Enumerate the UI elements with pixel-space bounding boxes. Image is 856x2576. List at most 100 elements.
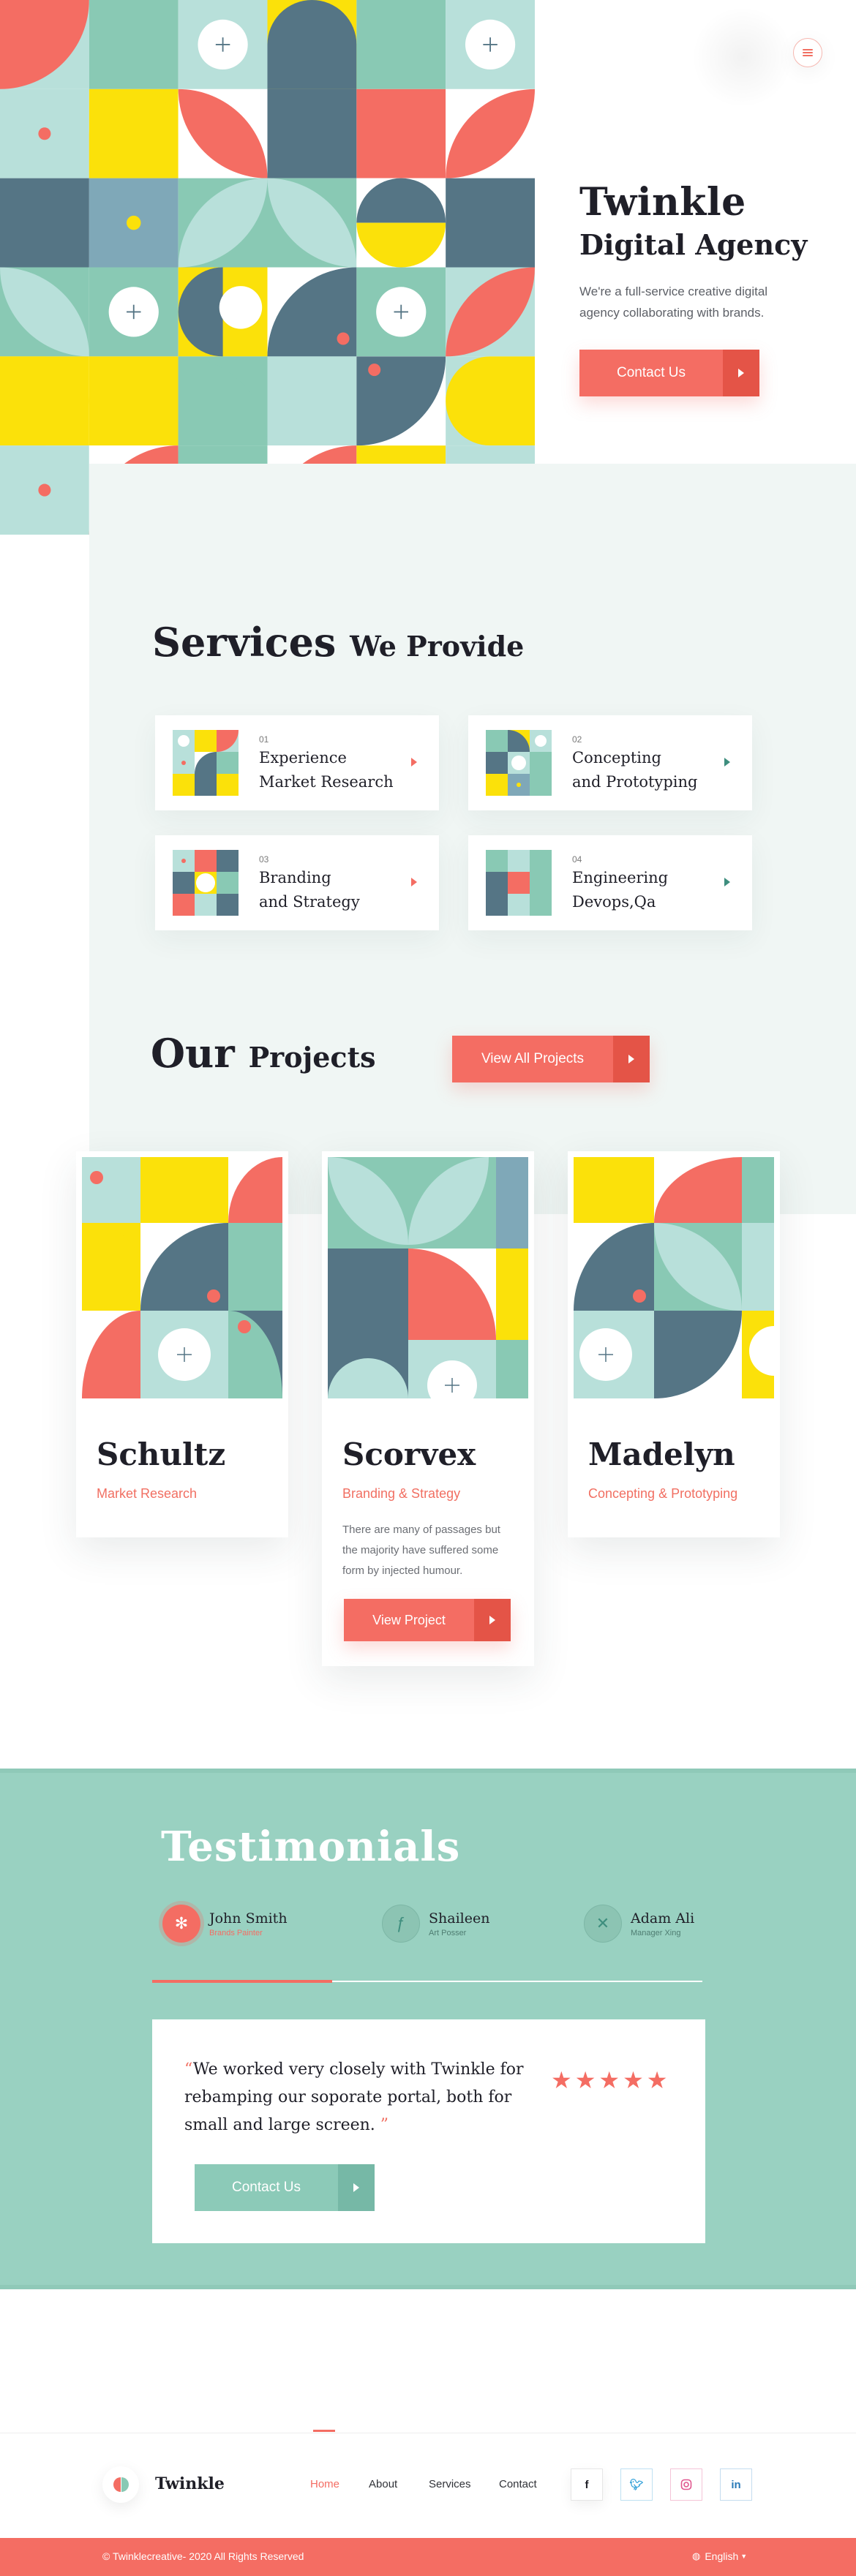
hero-description: We're a full-service creative digital ag…	[579, 285, 768, 320]
testimonial-person-shaileen[interactable]: ƒ Shaileen Art Posser	[382, 1905, 489, 1943]
twitter-icon[interactable]: 🐦︎	[620, 2468, 653, 2501]
yelp-icon: ✻	[162, 1905, 200, 1943]
service-card-branding[interactable]: 03 Branding and Strategy	[155, 835, 439, 930]
rating-stars: ★ ★ ★ ★ ★	[551, 2068, 670, 2092]
project-thumbnail	[328, 1157, 528, 1398]
service-thumbnail	[173, 730, 239, 796]
service-number: 03	[259, 854, 269, 865]
service-title-line2: Market Research	[259, 773, 394, 791]
twinkle-logo-icon	[113, 2477, 129, 2492]
arrow-right-icon	[613, 1036, 650, 1082]
globe-icon: ◍	[692, 2550, 701, 2561]
instagram-icon[interactable]	[670, 2468, 702, 2501]
services-heading-light: We Provide	[350, 630, 525, 663]
footer-brand-name: Twinkle	[155, 2474, 225, 2493]
arrow-right-icon	[723, 350, 759, 396]
testimonial-contact-button[interactable]: Contact Us	[195, 2164, 375, 2211]
project-name: Scorvex	[342, 1436, 476, 1472]
projects-heading: Our Projects	[151, 1030, 376, 1077]
projects-heading-light: Projects	[248, 1041, 376, 1074]
testimonials-section: Testimonials ✻ John Smith Brands Painter…	[0, 1769, 856, 2289]
testimonial-quote-card: “We worked very closely with Twinkle for…	[152, 2019, 705, 2243]
person-role: Manager Xing	[631, 1928, 681, 1937]
view-project-label: View Project	[372, 1612, 446, 1627]
nav-about[interactable]: About	[369, 2478, 397, 2490]
brand-logo[interactable]	[102, 2466, 139, 2503]
instagram-glyph	[680, 2479, 692, 2490]
service-thumbnail	[486, 850, 552, 916]
service-title: Engineering Devops,Qa	[572, 866, 668, 914]
nav-home[interactable]: Home	[310, 2478, 339, 2490]
testimonial-progress-indicator	[152, 1980, 332, 1983]
quote-open-mark: “	[184, 2060, 193, 2079]
testimonial-contact-label: Contact Us	[232, 2180, 301, 2195]
project-card-madelyn[interactable]: Madelyn Concepting & Prototyping	[568, 1151, 780, 1537]
menu-button[interactable]	[793, 38, 822, 67]
hero-pattern-illustration	[0, 0, 535, 535]
hamburger-icon	[803, 48, 813, 58]
nav-contact[interactable]: Contact	[499, 2478, 537, 2490]
language-selector[interactable]: ◍ English ▼	[692, 2550, 747, 2562]
project-thumbnail	[574, 1157, 774, 1398]
testimonial-person-adam[interactable]: ✕ Adam Ali Manager Xing	[584, 1905, 694, 1943]
services-heading-strong: Services	[152, 619, 337, 666]
menu-button-glow	[691, 6, 794, 108]
star-icon: ★	[574, 2067, 596, 2093]
view-all-projects-label: View All Projects	[481, 1051, 585, 1066]
service-card-market-research[interactable]: 01 Experience Market Research	[155, 715, 439, 810]
chevron-right-icon	[411, 878, 417, 886]
person-role: Art Posser	[429, 1928, 467, 1937]
service-title: Experience Market Research	[259, 746, 394, 794]
hero-contact-label: Contact Us	[617, 365, 686, 380]
service-thumbnail	[173, 850, 239, 916]
service-title-line2: and Strategy	[259, 893, 360, 911]
linkedin-icon[interactable]: in	[720, 2468, 752, 2501]
arrow-right-icon	[474, 1599, 511, 1641]
project-thumbnail	[82, 1157, 282, 1398]
star-icon: ★	[551, 2067, 572, 2093]
chevron-right-icon	[724, 758, 730, 767]
view-project-button[interactable]: View Project	[344, 1599, 511, 1641]
foursquare-icon: ƒ	[382, 1905, 420, 1943]
quote-text: We worked very closely with Twinkle for …	[184, 2060, 524, 2134]
chevron-right-icon	[724, 878, 730, 886]
copyright-text: © Twinklecreative- 2020 All Rights Reser…	[102, 2550, 304, 2562]
projects-heading-strong: Our	[151, 1030, 235, 1077]
project-category: Branding & Strategy	[342, 1486, 461, 1501]
testimonial-person-john[interactable]: ✻ John Smith Brands Painter	[162, 1905, 288, 1943]
view-all-projects-button[interactable]: View All Projects	[452, 1036, 650, 1082]
hero-subtitle: Digital Agency	[579, 228, 808, 261]
service-title-line1: Branding	[259, 869, 331, 886]
service-card-engineering[interactable]: 04 Engineering Devops,Qa	[468, 835, 752, 930]
service-title: Concepting and Prototyping	[572, 746, 698, 794]
star-icon: ★	[646, 2067, 668, 2093]
project-description: There are many of passages but the major…	[342, 1524, 500, 1577]
star-icon: ★	[598, 2067, 620, 2093]
chevron-right-icon	[411, 758, 417, 767]
project-card-scorvex[interactable]: Scorvex Branding & Strategy There are ma…	[322, 1151, 534, 1666]
xing-icon: ✕	[584, 1905, 622, 1943]
person-role: Brands Painter	[209, 1928, 263, 1937]
testimonials-heading: Testimonials	[161, 1823, 461, 1871]
facebook-icon[interactable]: f	[571, 2468, 603, 2501]
star-icon: ★	[623, 2067, 644, 2093]
arrow-right-icon	[338, 2164, 375, 2211]
person-name: Adam Ali	[631, 1910, 695, 1927]
service-title-line1: Concepting	[572, 749, 661, 767]
person-name: John Smith	[209, 1910, 288, 1927]
project-category: Market Research	[97, 1486, 198, 1501]
hero-title: Twinkle	[579, 180, 746, 225]
language-label: English	[705, 2550, 739, 2562]
service-thumbnail	[486, 730, 552, 796]
footer-accent-mark	[313, 2430, 335, 2432]
quote-close-mark: ”	[380, 2116, 389, 2134]
service-title-line2: Devops,Qa	[572, 893, 656, 911]
nav-services[interactable]: Services	[429, 2478, 471, 2490]
service-number: 01	[259, 734, 269, 745]
project-card-schultz[interactable]: Schultz Market Research	[76, 1151, 288, 1537]
project-name: Schultz	[97, 1436, 226, 1472]
service-card-prototyping[interactable]: 02 Concepting and Prototyping	[468, 715, 752, 810]
project-category: Concepting & Prototyping	[588, 1486, 738, 1501]
hero-contact-button[interactable]: Contact Us	[579, 350, 759, 396]
project-name: Madelyn	[588, 1436, 735, 1472]
